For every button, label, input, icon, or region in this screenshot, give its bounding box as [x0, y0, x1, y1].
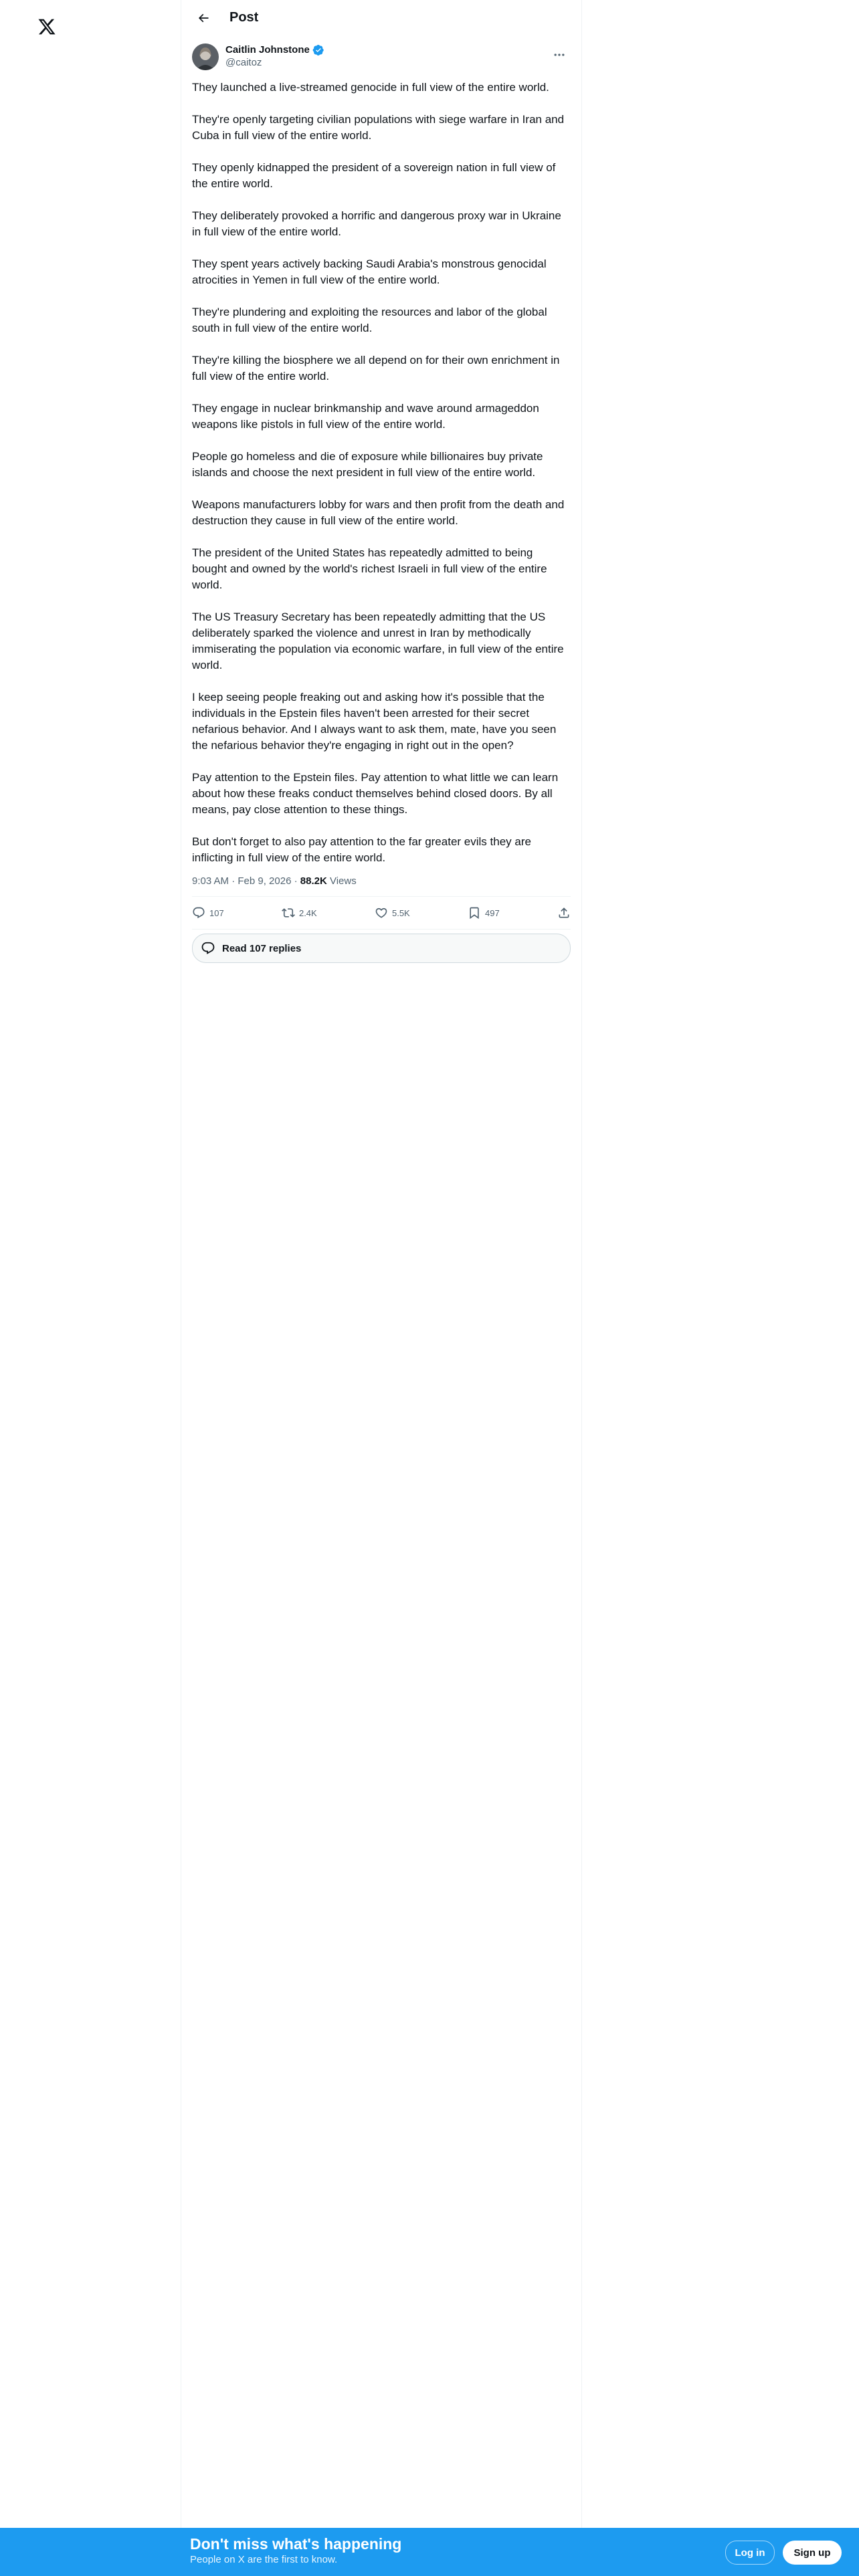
tweet-author: Caitlin Johnstone @caitoz — [181, 35, 581, 77]
banner-subtext: People on X are the first to know. — [190, 2554, 338, 2565]
views-label: Views — [326, 875, 357, 887]
tweet-paragraph: People go homeless and die of exposure w… — [192, 450, 543, 479]
page-title: Post — [229, 10, 259, 25]
signup-button[interactable]: Sign up — [783, 2541, 842, 2565]
tweet-timestamp[interactable]: 9:03 AM · Feb 9, 2026 · — [192, 875, 300, 887]
signup-banner: Don't miss what's happening People on X … — [0, 2528, 859, 2576]
repost-icon — [282, 908, 295, 918]
heart-icon — [375, 907, 387, 918]
tweet-meta: 9:03 AM · Feb 9, 2026 · 88.2K Views — [192, 866, 571, 897]
login-button[interactable]: Log in — [725, 2541, 775, 2565]
tweet-paragraph: They launched a live-streamed genocide i… — [192, 81, 549, 94]
bookmark-count: 497 — [485, 907, 500, 918]
views-count: 88.2K — [300, 875, 327, 887]
tweet-actions: 107 2.4K 5.5K 497 — [192, 897, 571, 930]
repost-count: 2.4K — [298, 907, 317, 918]
tweet-paragraph: The US Treasury Secretary has been repea… — [192, 611, 564, 671]
like-button[interactable]: 5.5K — [375, 906, 410, 920]
x-logo-icon[interactable] — [27, 7, 67, 47]
tweet-paragraph: I keep seeing people freaking out and as… — [192, 691, 557, 752]
page-header: Post — [181, 0, 581, 35]
verified-badge-icon — [312, 44, 324, 56]
repost-button[interactable]: 2.4K — [282, 906, 317, 920]
back-arrow-icon[interactable] — [192, 7, 215, 29]
reply-button[interactable]: 107 — [192, 906, 224, 920]
like-count: 5.5K — [391, 907, 410, 918]
bookmark-icon — [470, 907, 479, 920]
tweet-paragraph: They're openly targeting civilian popula… — [192, 113, 565, 142]
tweet-text: They launched a live-streamed genocide i… — [181, 77, 581, 866]
tweet-paragraph: They're plundering and exploiting the re… — [192, 306, 547, 334]
avatar[interactable] — [192, 43, 219, 70]
reply-count: 107 — [209, 907, 224, 918]
reply-icon — [193, 907, 205, 919]
tweet-paragraph: Pay attention to the Epstein files. Pay … — [192, 771, 559, 816]
reply-bubble-icon — [201, 942, 215, 954]
tweet-paragraph: They're killing the biosphere we all dep… — [192, 354, 560, 383]
tweet-paragraph: They deliberately provoked a horrific an… — [192, 209, 561, 238]
bookmark-button[interactable]: 497 — [468, 906, 500, 920]
read-replies-button[interactable]: Read 107 replies — [192, 934, 571, 963]
tweet-paragraph: Weapons manufacturers lobby for wars and… — [192, 498, 565, 527]
tweet-paragraph: The president of the United States has r… — [192, 546, 547, 591]
read-replies-label: Read 107 replies — [222, 942, 302, 954]
author-handle[interactable]: @caitoz — [225, 56, 548, 69]
tweet-paragraph: They spent years actively backing Saudi … — [192, 257, 547, 286]
tweet-paragraph: They openly kidnapped the president of a… — [192, 161, 556, 190]
more-options-icon[interactable] — [548, 43, 571, 66]
banner-headline: Don't miss what's happening — [190, 2535, 402, 2553]
tweet-paragraph: They engage in nuclear brinkmanship and … — [192, 402, 539, 431]
tweet-paragraph: But don't forget to also pay attention t… — [192, 835, 531, 864]
share-button[interactable] — [557, 906, 571, 920]
main-column: Post Caitlin Johnstone @caitoz They laun… — [181, 0, 582, 2576]
author-display-name[interactable]: Caitlin Johnstone — [225, 43, 310, 56]
share-icon — [559, 907, 569, 918]
